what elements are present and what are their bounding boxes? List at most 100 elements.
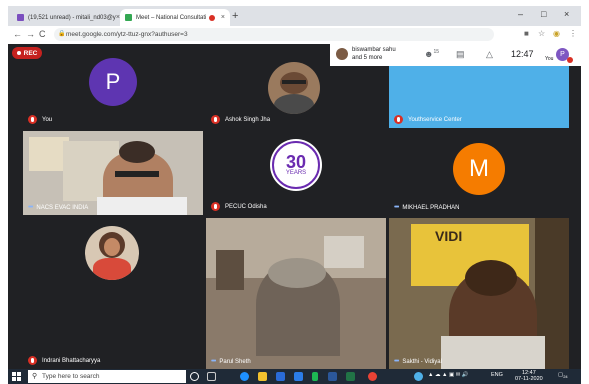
tile-label: Indrani Bhattacharyya	[28, 356, 100, 365]
help-icon[interactable]	[414, 372, 423, 381]
banner-text: VIDI	[435, 228, 463, 244]
menu-icon[interactable]: ⋮	[569, 29, 577, 38]
file-explorer-icon[interactable]	[258, 372, 267, 381]
tile-label: Youthservice Center	[394, 115, 462, 124]
mic-off-icon	[211, 202, 220, 211]
mic-off-icon	[211, 115, 220, 124]
meet-clock: 12:47	[511, 49, 534, 59]
meet-icon	[125, 14, 132, 21]
tile-nacs[interactable]: ••• NACS EVAC INDIA	[23, 131, 203, 215]
meet-top-bar: biswambar sahu and 5 more ☻15 ▤ △ 12:47 …	[330, 44, 581, 66]
audio-dots-icon: •••	[394, 204, 399, 211]
mail-app-icon[interactable]	[276, 372, 285, 381]
screen: (19,521 unread) - mitali_nd03@y × Meet –…	[8, 6, 581, 384]
windows-taskbar: ⚲ Type here to search ▲ ☁ ▲ ▣ ✉ 🔊 ENG 12…	[8, 369, 581, 384]
search-icon: ⚲	[32, 373, 38, 380]
participant-name: You	[42, 116, 53, 123]
tile-sakthi[interactable]: VIDI ••• Sakthi - Vidiyal	[389, 218, 569, 369]
avatar-photo	[268, 62, 320, 114]
meet-grid: P You Ashok Singh Jha Youthservice Cente…	[8, 44, 581, 369]
chrome-icon[interactable]	[368, 372, 377, 381]
cortana-icon[interactable]	[190, 372, 199, 381]
minimize-button[interactable]: –	[518, 9, 523, 19]
activities-icon[interactable]: △	[486, 49, 493, 60]
tile-label: ••• NACS EVAC INDIA	[28, 204, 88, 211]
word-icon[interactable]	[328, 372, 337, 381]
new-tab-button[interactable]: +	[232, 10, 238, 22]
audio-dots-icon: •••	[394, 358, 399, 365]
language-indicator[interactable]: ENG	[491, 372, 503, 378]
people-count: 15	[433, 49, 440, 55]
participant-name: Sakthi - Vidiyal	[402, 358, 442, 365]
avatar-photo	[85, 226, 139, 280]
tab-title: (19,521 unread) - mitali_nd03@y	[28, 14, 116, 21]
room-window	[324, 236, 364, 268]
tile-mikhael[interactable]: M ••• MIKHAEL PRADHAN	[389, 131, 569, 215]
participants-summary[interactable]: biswambar sahu and 5 more	[352, 46, 396, 62]
tile-label: ••• MIKHAEL PRADHAN	[394, 204, 459, 211]
close-window-button[interactable]: ×	[564, 9, 569, 19]
app-bolt-icon[interactable]	[312, 372, 318, 381]
glasses	[115, 171, 159, 177]
tile-pecuc[interactable]: 30 YEARS PECUC Odisha	[206, 131, 386, 215]
tab-gmail[interactable]: (19,521 unread) - mitali_nd03@y ×	[12, 9, 120, 26]
participants-line2: and 5 more	[352, 55, 383, 61]
participant-name: Youthservice Center	[408, 116, 462, 123]
taskbar-search-box[interactable]: ⚲ Type here to search	[28, 370, 186, 383]
dropbox-icon[interactable]	[294, 372, 303, 381]
edge-icon[interactable]	[240, 372, 249, 381]
clock-date: 07-11-2020	[515, 376, 543, 382]
mic-off-icon	[394, 115, 403, 124]
participant-name: MIKHAEL PRADHAN	[402, 204, 460, 211]
person-hair	[268, 258, 326, 288]
person-head	[465, 260, 517, 296]
lock-icon: 🔒	[58, 31, 66, 37]
url-field[interactable]: 🔒 meet.google.com/ytz-ttuz-gnx?authuser=…	[54, 28, 494, 41]
search-placeholder: Type here to search	[42, 373, 100, 380]
person-shirt	[441, 336, 545, 369]
participant-name: Parul Sheth	[219, 358, 251, 365]
mic-off-indicator-icon	[567, 57, 573, 63]
notification-center-icon[interactable]: ▢24	[558, 372, 568, 379]
tile-parul[interactable]: ••• Parul Sheth	[206, 218, 386, 369]
rec-label: REC	[23, 49, 38, 57]
room-furniture	[216, 250, 244, 290]
url-text: meet.google.com/ytz-ttuz-gnx?authuser=3	[66, 31, 188, 38]
chat-icon[interactable]: ▤	[456, 49, 465, 60]
participants-line1: biswambar sahu	[352, 47, 396, 53]
tile-label: PECUC Odisha	[211, 202, 267, 211]
participant-name: PECUC Odisha	[225, 203, 267, 210]
maximize-button[interactable]: □	[541, 9, 546, 19]
camera-icon[interactable]: ■	[524, 29, 529, 38]
mail-icon	[17, 14, 24, 21]
you-label: You	[545, 56, 554, 62]
forward-button[interactable]: →	[26, 29, 35, 39]
tile-label: ••• Parul Sheth	[211, 358, 251, 365]
tile-label: ••• Sakthi - Vidiyal	[394, 358, 442, 365]
audio-dots-icon: •••	[28, 204, 33, 211]
excel-icon[interactable]	[346, 372, 355, 381]
reload-button[interactable]: C	[39, 29, 46, 39]
extension-icon[interactable]: ◉	[553, 29, 560, 38]
windows-start-icon[interactable]	[12, 372, 21, 381]
pecuc-logo: 30 YEARS	[270, 139, 322, 191]
avatar: P	[89, 58, 137, 106]
people-icon[interactable]: ☻15	[424, 49, 439, 59]
tab-title: Meet – National Consultati	[136, 14, 207, 21]
tray-icons[interactable]: ▲ ☁ ▲ ▣ ✉ 🔊	[428, 372, 469, 378]
tile-you[interactable]: P You	[23, 44, 203, 128]
back-button[interactable]: ←	[13, 29, 22, 39]
star-icon[interactable]: ☆	[538, 29, 545, 38]
tile-indrani[interactable]: Indrani Bhattacharyya	[23, 218, 203, 369]
participant-name: Ashok Singh Jha	[225, 116, 271, 123]
tab-close-icon[interactable]: ×	[221, 14, 225, 21]
notification-count: 24	[563, 374, 568, 380]
self-initial: P	[560, 51, 565, 58]
person-shirt	[97, 197, 187, 215]
avatar: M	[453, 143, 505, 195]
avatar-initial: P	[105, 69, 121, 94]
taskbar-clock[interactable]: 12:47 07-11-2020	[515, 370, 543, 382]
tab-meet[interactable]: Meet – National Consultati ×	[120, 9, 230, 26]
task-view-icon[interactable]	[207, 372, 216, 381]
participant-name: NACS EVAC INDIA	[36, 204, 89, 211]
